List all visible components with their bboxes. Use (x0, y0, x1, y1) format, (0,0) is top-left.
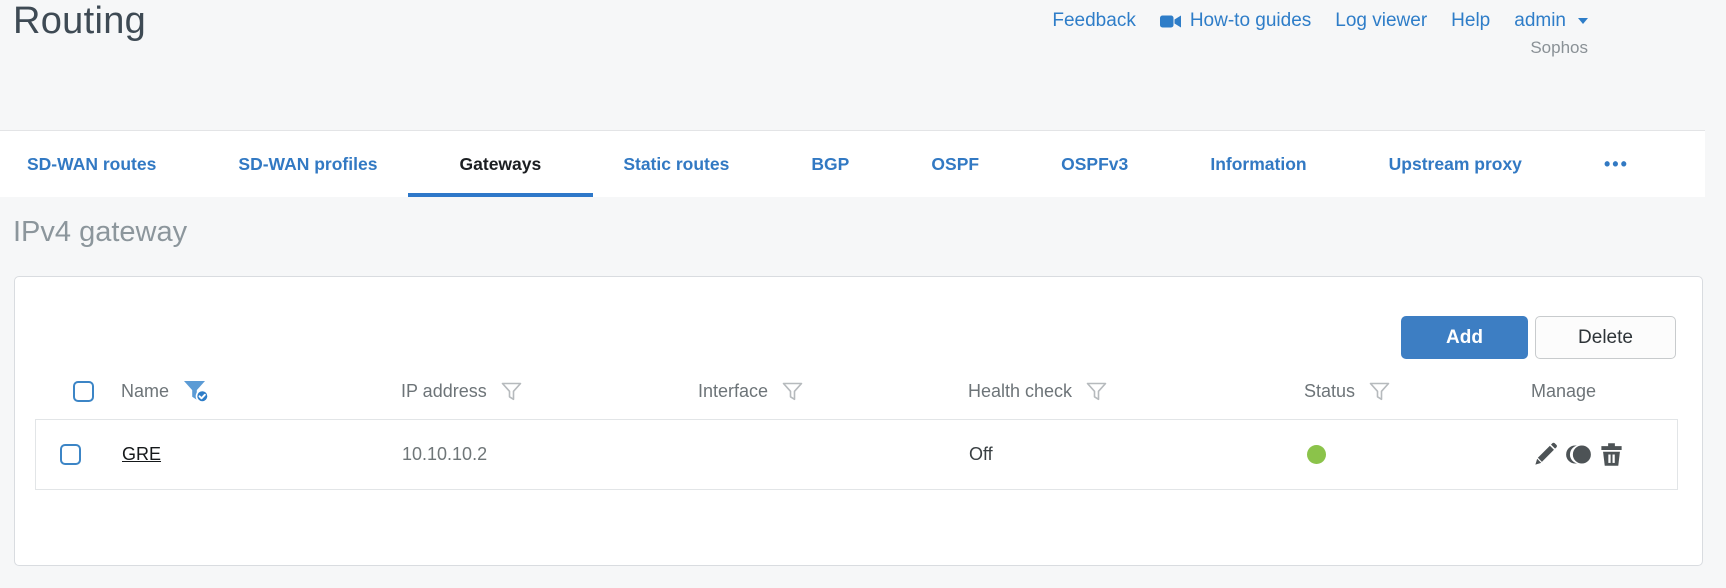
status-filter-icon[interactable] (1369, 382, 1390, 401)
tab-information[interactable]: Information (1210, 131, 1306, 197)
feedback-link[interactable]: Feedback (1052, 10, 1135, 32)
gateway-name-link[interactable]: GRE (122, 444, 161, 465)
column-header-manage: Manage (1531, 380, 1597, 401)
video-camera-icon (1159, 13, 1182, 30)
top-links: Feedback How-to guides Log viewer Help a… (1052, 10, 1588, 58)
select-all-checkbox[interactable] (73, 380, 94, 402)
gateway-table-card: Add Delete Name IP address Interface Hea… (14, 276, 1703, 566)
chevron-down-icon (1578, 18, 1588, 24)
tab-gateways[interactable]: Gateways (407, 131, 593, 197)
column-header-ip-address: IP address (401, 380, 487, 401)
tab-sdwan-profiles[interactable]: SD-WAN profiles (238, 131, 377, 197)
row-checkbox[interactable] (60, 444, 81, 465)
howto-guides-label: How-to guides (1189, 10, 1312, 31)
admin-menu[interactable]: admin (1514, 10, 1588, 32)
tab-upstream-proxy[interactable]: Upstream proxy (1389, 131, 1522, 197)
brand-label: Sophos (1530, 38, 1588, 57)
edit-icon[interactable] (1532, 441, 1559, 468)
delete-button[interactable]: Delete (1535, 316, 1676, 359)
admin-label: admin (1514, 10, 1566, 31)
column-header-name: Name (121, 380, 170, 401)
tab-ospf[interactable]: OSPF (931, 131, 979, 197)
tab-ospfv3[interactable]: OSPFv3 (1061, 131, 1128, 197)
feedback-label: Feedback (1052, 10, 1136, 31)
gateway-health-check: Off (969, 444, 993, 464)
table-header: Name IP address Interface Health check S… (15, 369, 1702, 413)
tab-bar: SD-WAN routes SD-WAN profiles Gateways S… (0, 130, 1705, 197)
status-up-indicator (1307, 445, 1326, 464)
manage-actions (1532, 441, 1677, 468)
howto-guides-link[interactable]: How-to guides (1159, 10, 1312, 32)
log-viewer-link[interactable]: Log viewer (1335, 10, 1427, 32)
page-title: Routing (13, 0, 147, 42)
column-header-status: Status (1304, 380, 1356, 401)
health-check-filter-icon[interactable] (1086, 382, 1107, 401)
help-label: Help (1451, 10, 1491, 31)
top-bar: Routing Feedback How-to guides Log viewe… (0, 0, 1726, 130)
column-header-health-check: Health check (968, 380, 1073, 401)
delete-icon[interactable] (1598, 441, 1625, 468)
table-row: GRE 10.10.10.2 Off (35, 419, 1678, 490)
interface-filter-icon[interactable] (782, 382, 803, 401)
name-filter-active-icon[interactable] (183, 380, 210, 403)
gateway-ip-address: 10.10.10.2 (402, 444, 488, 464)
ip-address-filter-icon[interactable] (501, 382, 522, 401)
tab-more[interactable]: ••• (1604, 131, 1629, 197)
log-viewer-label: Log viewer (1335, 10, 1428, 31)
tab-static-routes[interactable]: Static routes (623, 131, 729, 197)
tab-sdwan-routes[interactable]: SD-WAN routes (27, 131, 156, 197)
tab-bgp[interactable]: BGP (811, 131, 849, 197)
column-header-interface: Interface (698, 380, 769, 401)
table-toolbar: Add Delete (1401, 316, 1676, 359)
section-title: IPv4 gateway (13, 216, 188, 248)
add-button[interactable]: Add (1401, 316, 1528, 359)
routing-page: Routing Feedback How-to guides Log viewe… (0, 0, 1726, 588)
clone-icon[interactable] (1565, 441, 1592, 468)
help-link[interactable]: Help (1451, 10, 1490, 32)
